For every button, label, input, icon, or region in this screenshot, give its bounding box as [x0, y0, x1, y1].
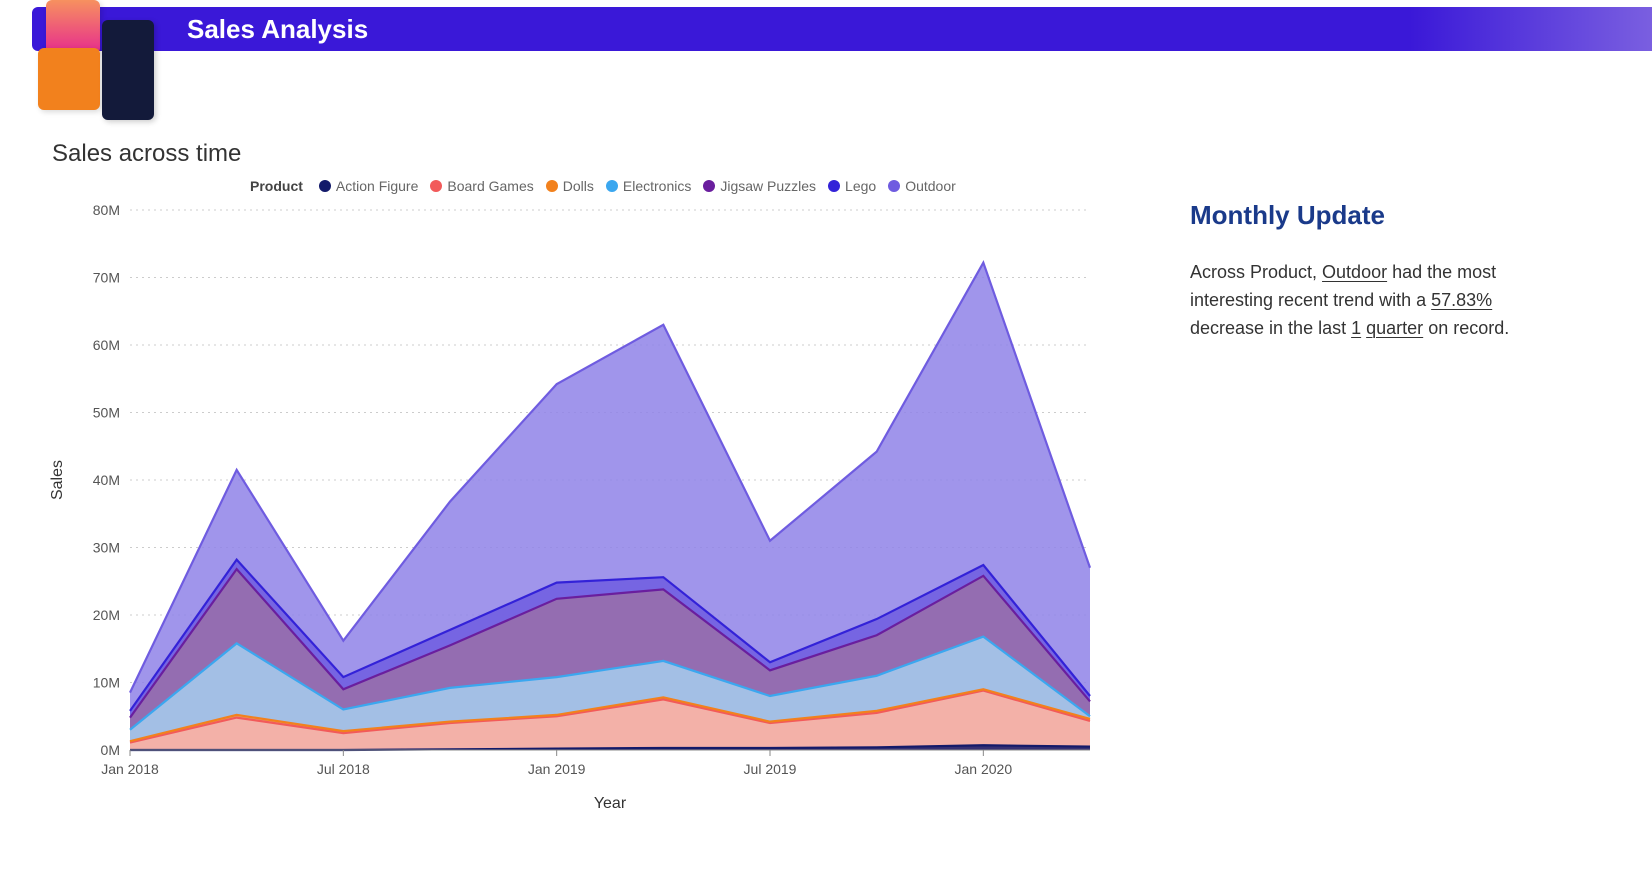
x-tick-label: Jul 2019: [744, 761, 797, 777]
legend: Product Action Figure Board Games Dolls Ele…: [250, 178, 1140, 194]
x-axis-label: Year: [594, 795, 627, 812]
legend-swatch-icon: [319, 180, 331, 192]
legend-item-label: Action Figure: [336, 178, 418, 194]
legend-swatch-icon: [703, 180, 715, 192]
y-tick-label: 70M: [93, 270, 120, 286]
legend-item-board-games[interactable]: Board Games: [430, 178, 533, 194]
legend-item-label: Outdoor: [905, 178, 956, 194]
logo-navy-block: [102, 20, 154, 120]
legend-item-label: Dolls: [563, 178, 594, 194]
chart-section: Sales across time Product Action Figure B…: [40, 140, 1140, 820]
legend-item-lego[interactable]: Lego: [828, 178, 876, 194]
y-tick-label: 60M: [93, 337, 120, 353]
logo-orange-block: [38, 48, 100, 110]
header-bar: Sales Analysis: [32, 7, 1652, 51]
legend-swatch-icon: [828, 180, 840, 192]
y-axis-label: Sales: [49, 460, 66, 500]
legend-swatch-icon: [546, 180, 558, 192]
legend-item-outdoor[interactable]: Outdoor: [888, 178, 956, 194]
legend-item-label: Electronics: [623, 178, 691, 194]
legend-title: Product: [250, 178, 303, 194]
legend-item-jigsaw-puzzles[interactable]: Jigsaw Puzzles: [703, 178, 816, 194]
legend-swatch-icon: [606, 180, 618, 192]
side-product-link[interactable]: Outdoor: [1322, 262, 1387, 282]
legend-item-action-figure[interactable]: Action Figure: [319, 178, 418, 194]
side-title: Monthly Update: [1190, 200, 1510, 231]
logo-pink-block: [46, 0, 100, 54]
y-tick-label: 0M: [101, 742, 120, 758]
y-tick-label: 20M: [93, 607, 120, 623]
legend-item-label: Jigsaw Puzzles: [720, 178, 816, 194]
chart-title: Sales across time: [52, 140, 1140, 168]
side-quantity-link[interactable]: 1: [1351, 318, 1361, 338]
logo: [38, 0, 168, 124]
legend-item-label: Lego: [845, 178, 876, 194]
y-tick-label: 30M: [93, 540, 120, 556]
legend-item-label: Board Games: [447, 178, 533, 194]
y-tick-label: 50M: [93, 405, 120, 421]
legend-swatch-icon: [888, 180, 900, 192]
x-tick-label: Jan 2019: [528, 761, 586, 777]
y-tick-label: 10M: [93, 675, 120, 691]
page-title: Sales Analysis: [187, 14, 368, 45]
side-percent-link[interactable]: 57.83%: [1431, 290, 1492, 310]
x-tick-label: Jul 2018: [317, 761, 370, 777]
x-tick-label: Jan 2018: [101, 761, 159, 777]
side-text-mid2: decrease in the last: [1190, 318, 1351, 338]
side-unit-link[interactable]: quarter: [1366, 318, 1423, 338]
y-tick-label: 80M: [93, 202, 120, 218]
area-chart[interactable]: 0M 10M 20M 30M 40M 50M 60M 70M 80M Jan 2018 Jul 20…: [40, 200, 1120, 820]
legend-swatch-icon: [430, 180, 442, 192]
legend-item-dolls[interactable]: Dolls: [546, 178, 594, 194]
side-text-post: on record.: [1423, 318, 1509, 338]
side-text: Across Product, Outdoor had the most int…: [1190, 259, 1510, 343]
side-panel: Monthly Update Across Product, Outdoor h…: [1190, 200, 1510, 343]
legend-item-electronics[interactable]: Electronics: [606, 178, 691, 194]
x-tick-label: Jan 2020: [955, 761, 1013, 777]
y-tick-label: 40M: [93, 472, 120, 488]
side-text-pre: Across Product,: [1190, 262, 1322, 282]
